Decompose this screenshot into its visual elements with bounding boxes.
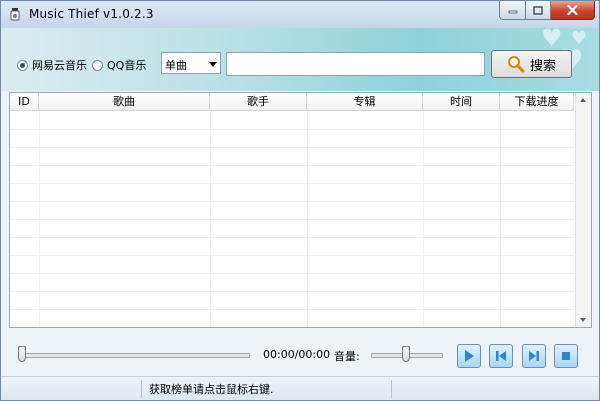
volume-slider-thumb[interactable] <box>402 346 410 362</box>
source-label-netease: 网易云音乐 <box>32 59 87 72</box>
search-button-label: 搜索 <box>529 58 556 74</box>
column-divider <box>423 111 424 327</box>
status-bar: 获取榜单请点击鼠标右键. <box>1 376 599 400</box>
table-body[interactable] <box>10 111 574 327</box>
stop-button[interactable] <box>554 344 578 368</box>
table-row <box>10 111 574 130</box>
column-header-song[interactable]: 歌曲 <box>39 93 210 110</box>
window-controls <box>499 1 595 21</box>
search-type-select[interactable]: 单曲 <box>161 52 221 74</box>
minimize-icon <box>508 10 517 14</box>
column-divider <box>307 111 308 327</box>
radio-button-qq[interactable] <box>92 59 103 71</box>
table-row <box>10 201 574 220</box>
table-row <box>10 309 574 327</box>
scroll-down-icon[interactable] <box>580 318 586 322</box>
radio-button-netease[interactable] <box>17 59 28 71</box>
table-row <box>10 219 574 238</box>
table-row <box>10 147 574 166</box>
vertical-scrollbar[interactable] <box>575 93 591 327</box>
search-type-value: 单曲 <box>165 59 187 72</box>
maximize-button[interactable] <box>526 1 551 20</box>
table-row <box>10 183 574 202</box>
column-divider <box>210 111 211 327</box>
column-divider <box>500 111 501 327</box>
close-icon <box>567 5 578 15</box>
table-row <box>10 255 574 274</box>
search-button[interactable]: 搜索 <box>491 50 572 78</box>
column-header-id[interactable]: ID <box>10 93 39 110</box>
table-header: ID 歌曲 歌手 专辑 时间 下载进度 <box>10 93 574 111</box>
source-option-qq[interactable]: QQ音乐 <box>92 57 146 73</box>
heart-decoration-icon: ♥ <box>571 28 588 49</box>
previous-button[interactable] <box>489 344 513 368</box>
window-title: Music Thief v1.0.2.3 <box>29 7 154 21</box>
status-divider <box>391 380 392 398</box>
column-header-progress[interactable]: 下载进度 <box>500 93 574 110</box>
scroll-up-icon[interactable] <box>580 98 586 102</box>
volume-label: 音量: <box>334 350 360 363</box>
title-bar[interactable]: Music Thief v1.0.2.3 <box>1 1 599 28</box>
results-table[interactable]: ID 歌曲 歌手 专辑 时间 下载进度 <box>9 92 592 328</box>
search-input[interactable] <box>226 52 485 76</box>
table-row <box>10 237 574 256</box>
maximize-icon <box>533 5 543 15</box>
chevron-down-icon <box>209 62 217 67</box>
previous-icon <box>496 351 506 361</box>
magnifier-icon <box>507 56 525 73</box>
music-note-icon <box>10 8 20 21</box>
play-icon <box>465 350 474 362</box>
minimize-button[interactable] <box>499 1 526 20</box>
status-text: 获取榜单请点击鼠标右键. <box>149 383 274 396</box>
table-row <box>10 291 574 310</box>
close-button[interactable] <box>551 1 595 20</box>
next-icon <box>529 351 539 361</box>
column-header-time[interactable]: 时间 <box>423 93 500 110</box>
table-row <box>10 129 574 148</box>
source-option-netease[interactable]: 网易云音乐 <box>17 57 87 73</box>
app-window: Music Thief v1.0.2.3 ♥ ♥ ♥ 网易云音乐 QQ音乐 单 <box>0 0 600 401</box>
seek-track[interactable] <box>18 353 250 358</box>
stop-icon <box>562 352 570 360</box>
seek-slider-thumb[interactable] <box>18 346 26 362</box>
column-header-artist[interactable]: 歌手 <box>210 93 307 110</box>
time-display: 00:00/00:00 <box>263 348 331 361</box>
table-row <box>10 165 574 184</box>
status-divider <box>141 380 142 398</box>
next-button[interactable] <box>522 344 546 368</box>
column-divider <box>39 111 40 327</box>
search-header: ♥ ♥ ♥ 网易云音乐 QQ音乐 单曲 搜索 <box>1 24 599 91</box>
source-label-qq: QQ音乐 <box>107 59 147 72</box>
table-row <box>10 273 574 292</box>
column-header-album[interactable]: 专辑 <box>307 93 423 110</box>
player-bar: 00:00/00:00 音量: <box>1 335 599 375</box>
play-button[interactable] <box>457 344 481 368</box>
